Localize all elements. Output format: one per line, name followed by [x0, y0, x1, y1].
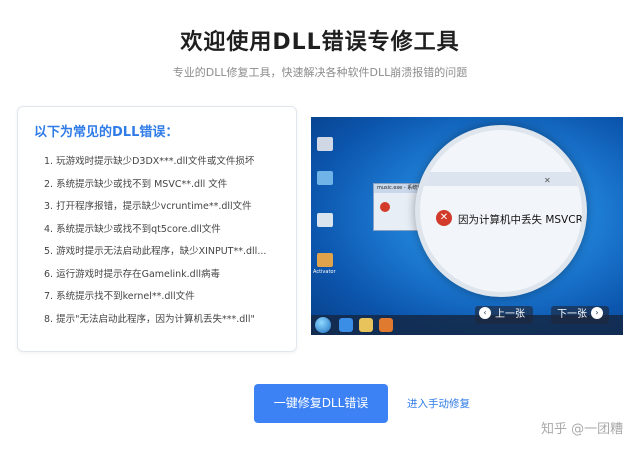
watermark: 知乎 @一团糟 [541, 422, 624, 437]
recycle-bin-icon [317, 213, 333, 227]
common-errors-heading: 以下为常见的DLL错误： [34, 125, 179, 140]
common-errors-card: 以下为常见的DLL错误： 1. 玩游戏时提示缺少D3DX***.dll文件或文件… [17, 106, 297, 352]
error-icon: ✕ [436, 210, 452, 226]
magnifier-lens: ✕ ✕ 因为计算机中丢失 MSVCRTD.dll。 [415, 125, 587, 297]
error-icon [380, 202, 390, 212]
media-icon [379, 318, 393, 332]
page-subtitle: 专业的DLL修复工具，快速解决各种软件DLL崩溃报错的问题 [172, 66, 468, 79]
dialog-titlebar [420, 172, 582, 186]
activator-label: Activator [313, 269, 336, 275]
list-item: 4. 系统提示缺少或找不到qt5core.dll文件 [44, 223, 221, 235]
list-item: 2. 系统提示缺少或找不到 MSVC**.dll 文件 [44, 178, 228, 190]
network-icon [317, 171, 333, 185]
computer-icon [317, 137, 333, 151]
error-list: 1. 玩游戏时提示缺少D3DX***.dll文件或文件损坏 2. 系统提示缺少或… [44, 151, 292, 331]
list-item: 8. 提示"无法启动此程序，因为计算机丢失***.dll" [44, 313, 255, 325]
close-icon: ✕ [544, 176, 551, 185]
activator-icon [317, 253, 333, 267]
prev-button[interactable]: ‹ 上一张 [475, 306, 533, 324]
next-button[interactable]: 下一张 › [551, 306, 609, 324]
missing-dll-message: 因为计算机中丢失 MSVCRTD.dll。 [458, 214, 587, 226]
list-item: 3. 打开程序报错，提示缺少vcruntime**.dll文件 [44, 201, 252, 212]
chevron-right-icon: › [591, 307, 603, 319]
list-item: 6. 运行游戏时提示存在Gamelink.dll病毒 [44, 268, 220, 280]
example-error-screenshot: Activator music.exe - 系统错误 ✕ ✕ 因为计算机中丢失 … [311, 117, 623, 335]
one-click-repair-button[interactable]: 一键修复DLL错误 [254, 384, 388, 423]
list-item: 1. 玩游戏时提示缺少D3DX***.dll文件或文件损坏 [44, 156, 255, 167]
manual-repair-link[interactable]: 进入手动修复 [407, 396, 470, 411]
list-item: 7. 系统提示找不到kernel**.dll文件 [44, 291, 195, 302]
list-item: 5. 游戏时提示无法启动此程序，缺少XINPUT**.dll... [44, 246, 267, 257]
start-icon [315, 317, 331, 333]
folder-icon [359, 318, 373, 332]
page-title: 欢迎使用DLL错误专修工具 [180, 30, 460, 55]
prev-label: 上一张 [495, 309, 525, 320]
next-label: 下一张 [557, 309, 587, 320]
chevron-left-icon: ‹ [479, 307, 491, 319]
ie-icon [339, 318, 353, 332]
